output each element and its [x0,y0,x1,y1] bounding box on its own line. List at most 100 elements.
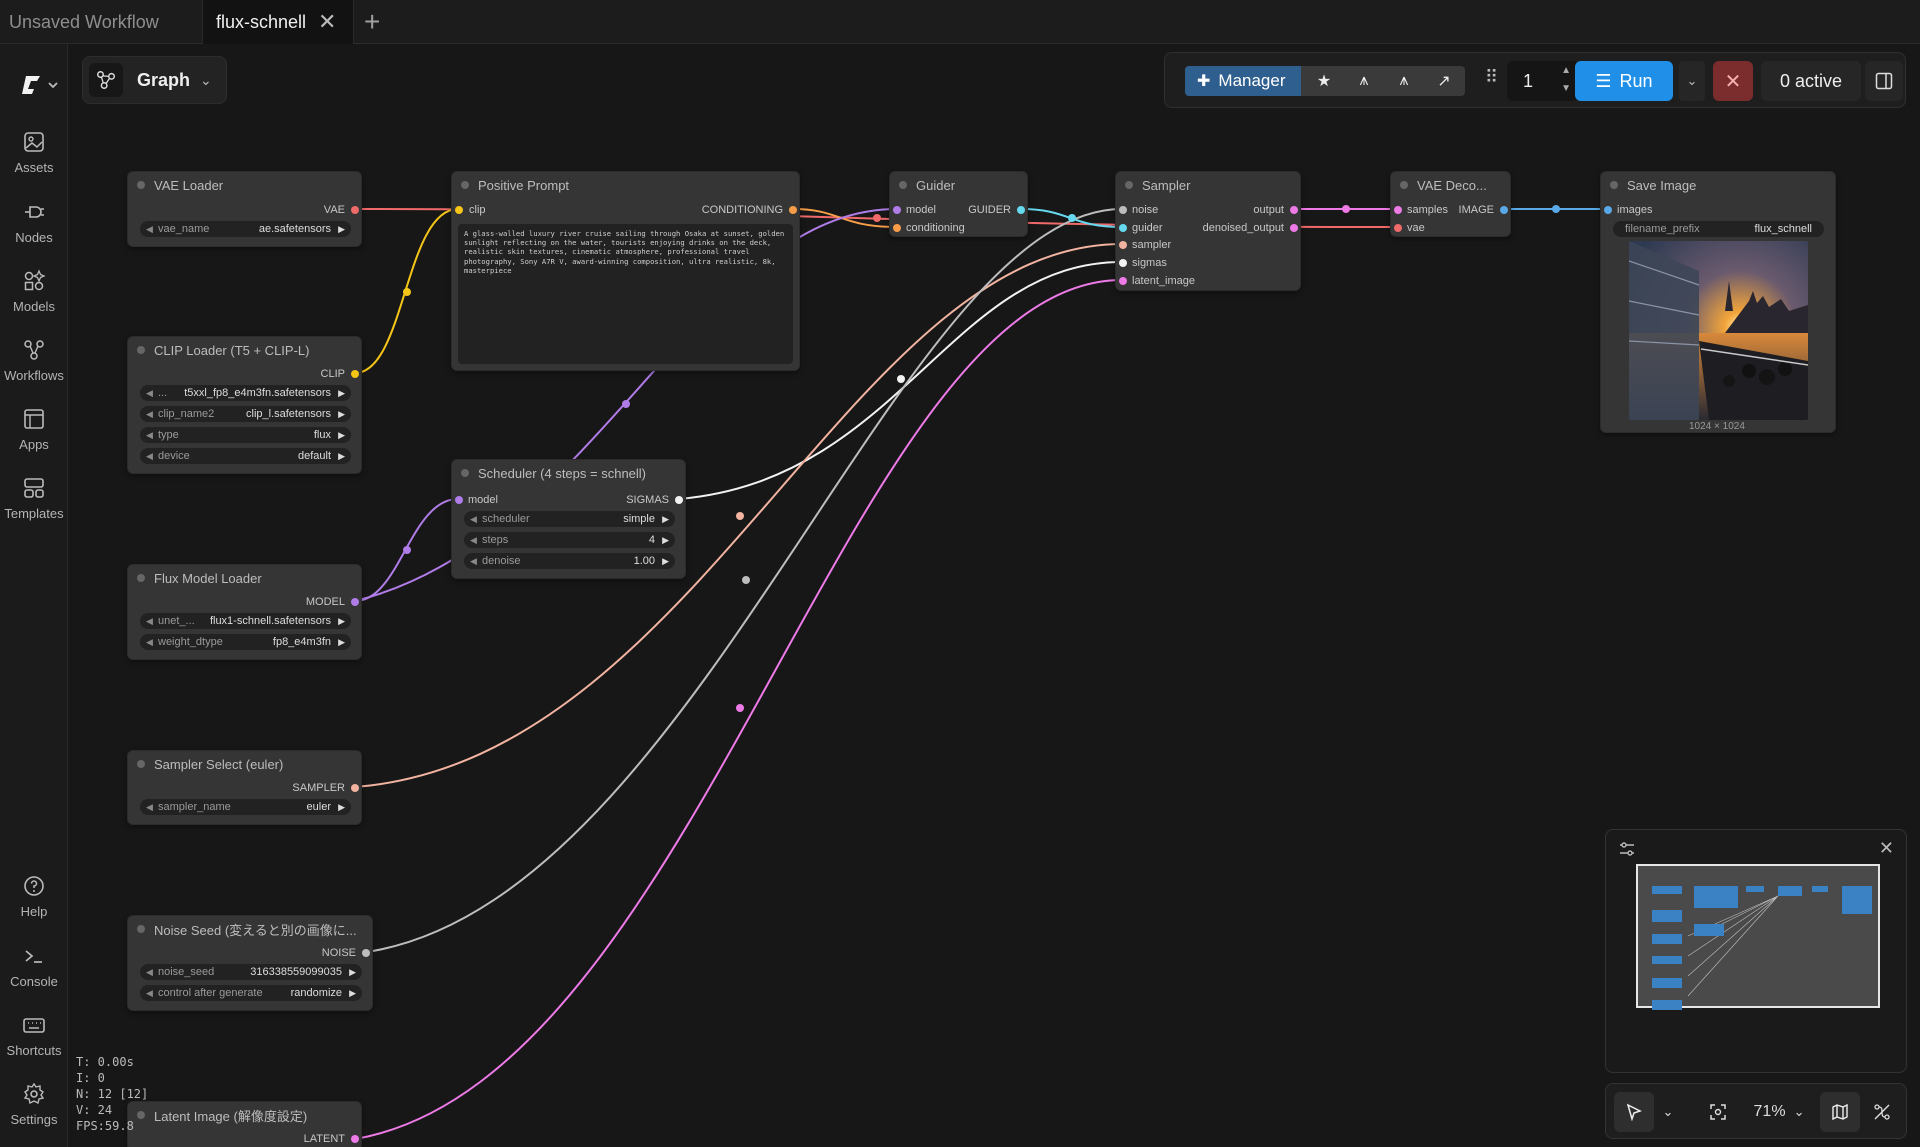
input-port[interactable] [1119,241,1127,249]
output-port[interactable] [1290,224,1298,232]
input-port[interactable] [1119,224,1127,232]
sidebar-item-models[interactable]: Models [0,269,68,314]
prompt-textarea[interactable]: A glass-walled luxury river cruise saili… [458,224,793,364]
graph-mode-button[interactable]: Graph ⌄ [82,56,227,104]
add-tab-icon[interactable]: + [364,6,380,38]
node-collapse-dot[interactable] [899,181,907,189]
arrow-left-icon[interactable]: ◀ [146,224,153,235]
sidebar-item-apps[interactable]: Apps [0,407,68,452]
output-port[interactable] [1017,206,1025,214]
arrow-left-icon[interactable]: ◀ [470,535,477,546]
arrow-right-icon[interactable]: ▶ [349,967,356,978]
node-sampler-select[interactable]: Sampler Select (euler) SAMPLER ◀ sampler… [127,750,362,825]
arrow-right-icon[interactable]: ▶ [662,514,669,525]
node-collapse-dot[interactable] [461,181,469,189]
arrow-right-icon[interactable]: ▶ [338,637,345,648]
arrow-left-icon[interactable]: ◀ [146,409,153,420]
node-vae-decode[interactable]: VAE Deco... samples vae IMAGE [1390,171,1511,237]
weight-dtype-widget[interactable]: ◀ weight_dtype fp8_e4m3fn ▶ [140,634,351,650]
node-collapse-dot[interactable] [137,181,145,189]
sidebar-item-nodes[interactable]: Nodes [0,200,68,245]
input-port[interactable] [893,206,901,214]
input-port[interactable] [1394,224,1402,232]
zoom-dropdown[interactable]: 71% ⌄ [1744,1092,1814,1132]
node-collapse-dot[interactable] [1400,181,1408,189]
filename-prefix-widget[interactable]: filename_prefix flux_schnell [1613,221,1824,237]
sliders-icon[interactable] [1618,840,1636,863]
output-port[interactable] [351,784,359,792]
noise-seed-widget[interactable]: ◀ noise_seed 316338559099035 ▶ [140,964,362,980]
node-latent-image[interactable]: Latent Image (解像度設定) LATENT [127,1101,362,1147]
model-alt-icon[interactable]: ⩚ [1385,66,1423,96]
vae-name-widget[interactable]: ◀ vae_name ae.safetensors ▶ [140,221,351,237]
node-collapse-dot[interactable] [137,574,145,582]
star-icon[interactable]: ★ [1305,66,1343,96]
sidebar-item-settings[interactable]: Settings [0,1082,68,1127]
arrow-left-icon[interactable]: ◀ [146,802,153,813]
node-header[interactable]: Noise Seed (変えると別の画像に... [128,916,372,942]
close-icon[interactable]: ✕ [1879,838,1894,859]
node-noise-seed[interactable]: Noise Seed (変えると別の画像に... NOISE ◀ noise_s… [127,915,373,1011]
run-options-chevron-icon[interactable]: ⌄ [1679,61,1705,101]
node-header[interactable]: Sampler [1116,172,1300,198]
arrow-right-icon[interactable]: ▶ [338,409,345,420]
denoise-widget[interactable]: ◀ denoise 1.00 ▶ [464,553,675,569]
active-queue-button[interactable]: 0 active [1761,61,1861,101]
minimap[interactable]: ✕ [1605,829,1907,1073]
output-image-preview[interactable] [1629,241,1808,420]
arrow-right-icon[interactable]: ▶ [662,535,669,546]
scheduler-widget[interactable]: ◀ scheduler simple ▶ [464,511,675,527]
node-clip-loader[interactable]: CLIP Loader (T5 + CLIP-L) CLIP ◀ ... t5x… [127,336,362,474]
node-flux-model-loader[interactable]: Flux Model Loader MODEL ◀ unet_... flux1… [127,564,362,660]
arrow-left-icon[interactable]: ◀ [146,616,153,627]
node-collapse-dot[interactable] [461,469,469,477]
tab-unsaved-workflow[interactable]: Unsaved Workflow [0,0,200,44]
output-port[interactable] [351,1135,359,1143]
node-collapse-dot[interactable] [137,760,145,768]
node-positive-prompt[interactable]: Positive Prompt clip CONDITIONING A glas… [451,171,800,371]
arrow-left-icon[interactable]: ◀ [146,388,153,399]
manager-button[interactable]: ✚ Manager [1185,66,1301,96]
node-header[interactable]: Positive Prompt [452,172,799,198]
input-port[interactable] [1119,259,1127,267]
clip-name1-widget[interactable]: ◀ ... t5xxl_fp8_e4m3fn.safetensors ▶ [140,385,351,401]
interrupt-close-icon[interactable]: ✕ [1713,61,1753,101]
chevron-up-icon[interactable]: ▲ [1561,65,1571,76]
node-scheduler[interactable]: Scheduler (4 steps = schnell) model SIGM… [451,459,686,579]
control-after-generate-widget[interactable]: ◀ control after generate randomize ▶ [140,985,362,1001]
clip-name2-widget[interactable]: ◀ clip_name2 clip_l.safetensors ▶ [140,406,351,422]
fit-view-icon[interactable] [1698,1092,1738,1132]
unet-name-widget[interactable]: ◀ unet_... flux1-schnell.safetensors ▶ [140,613,351,629]
run-button[interactable]: ☰ Run [1575,61,1673,101]
input-port[interactable] [455,206,463,214]
node-collapse-dot[interactable] [137,925,145,933]
arrow-right-icon[interactable]: ▶ [338,430,345,441]
input-port[interactable] [1119,206,1127,214]
sampler-name-widget[interactable]: ◀ sampler_name euler ▶ [140,799,351,815]
arrow-right-icon[interactable]: ▶ [338,451,345,462]
arrow-right-icon[interactable]: ▶ [662,556,669,567]
arrow-left-icon[interactable]: ◀ [470,514,477,525]
arrow-left-icon[interactable]: ◀ [146,637,153,648]
output-port[interactable] [351,370,359,378]
node-guider[interactable]: Guider model conditioning GUIDER [889,171,1028,237]
minimap-viewport[interactable] [1636,864,1880,1010]
chevron-down-icon[interactable]: ⌄ [1656,1092,1680,1132]
arrow-right-icon[interactable]: ▶ [338,388,345,399]
output-port[interactable] [1500,206,1508,214]
node-collapse-dot[interactable] [1610,181,1618,189]
queue-count-stepper[interactable]: 1 ▲ ▼ [1507,61,1579,101]
arrow-left-icon[interactable]: ◀ [146,451,153,462]
clip-device-widget[interactable]: ◀ device default ▶ [140,448,351,464]
input-port[interactable] [893,224,901,232]
select-pointer-icon[interactable] [1614,1092,1654,1132]
arrow-left-icon[interactable]: ◀ [146,988,153,999]
node-header[interactable]: Sampler Select (euler) [128,751,361,777]
node-header[interactable]: Save Image [1601,172,1835,198]
node-header[interactable]: Flux Model Loader [128,565,361,591]
node-header[interactable]: Guider [890,172,1027,198]
arrow-right-icon[interactable]: ▶ [338,224,345,235]
panel-toggle-icon[interactable] [1865,61,1903,101]
sidebar-item-console[interactable]: Console [0,944,68,989]
tab-flux-schnell[interactable]: flux-schnell ✕ [202,0,354,44]
